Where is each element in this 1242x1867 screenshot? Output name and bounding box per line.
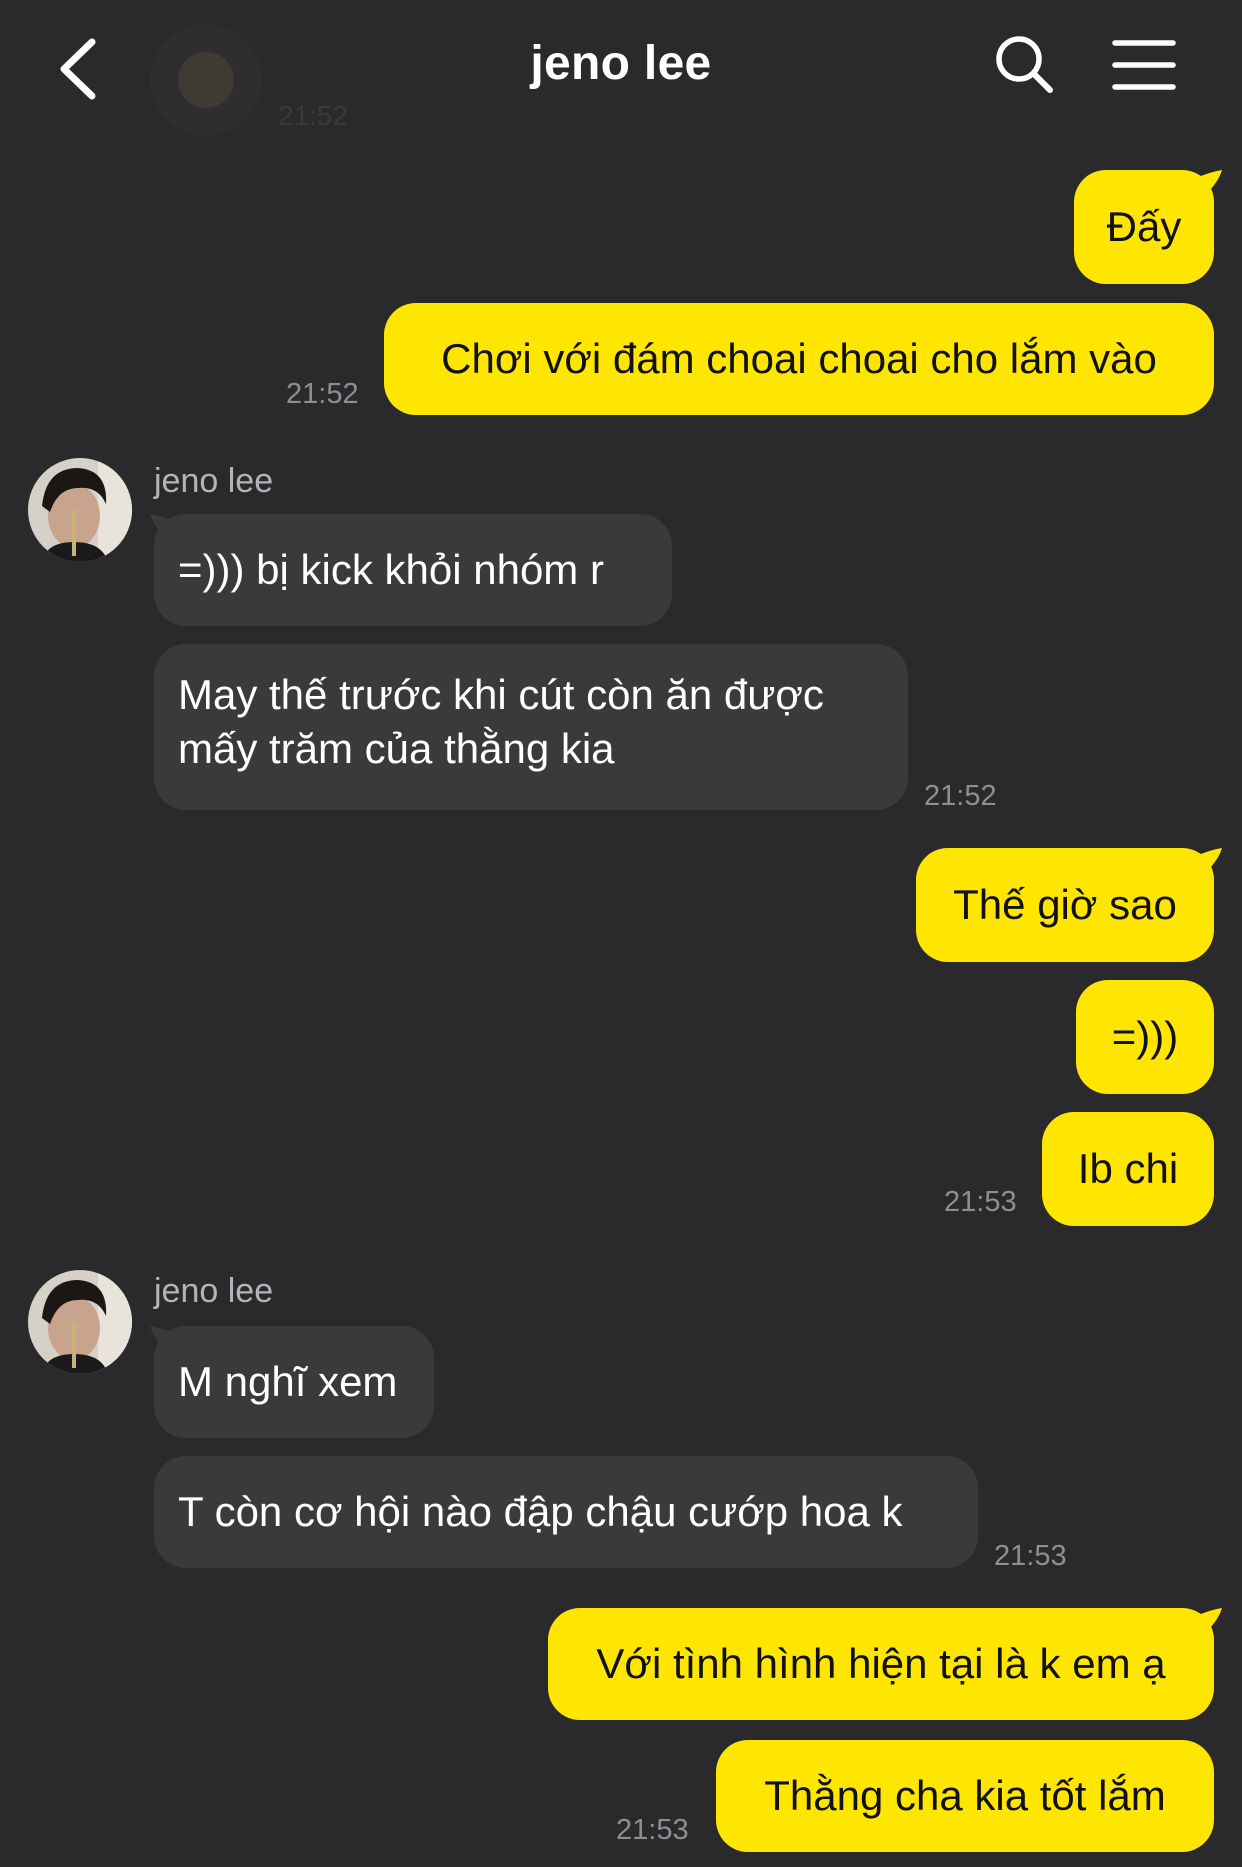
message-timestamp: 21:52	[924, 780, 997, 812]
faded-timestamp: 21:52	[278, 100, 349, 131]
incoming-message[interactable]: M nghĩ xem	[154, 1326, 434, 1438]
search-button[interactable]	[992, 32, 1056, 96]
incoming-message[interactable]: May thế trước khi cút còn ăn được mấy tr…	[154, 644, 908, 810]
outgoing-message[interactable]: Ib chi	[1042, 1112, 1214, 1226]
contact-avatar[interactable]	[28, 458, 132, 562]
incoming-message[interactable]: =))) bị kick khỏi nhóm r	[154, 514, 672, 626]
message-text: =))) bị kick khỏi nhóm r	[178, 546, 604, 593]
outgoing-message[interactable]: Chơi với đám choai choai cho lắm vào	[384, 303, 1214, 415]
message-text: Thế giờ sao	[953, 881, 1177, 928]
outgoing-message[interactable]: Với tình hình hiện tại là k em ạ	[548, 1608, 1214, 1720]
message-text: Với tình hình hiện tại là k em ạ	[596, 1640, 1166, 1687]
outgoing-message[interactable]: =)))	[1076, 980, 1214, 1094]
avatar-photo	[28, 1270, 132, 1374]
message-timestamp: 21:53	[616, 1814, 689, 1846]
avatar-photo	[28, 458, 132, 562]
outgoing-message[interactable]: Thế giờ sao	[916, 848, 1214, 962]
message-timestamp: 21:52	[286, 378, 359, 410]
outgoing-message[interactable]: Đấy	[1074, 170, 1214, 284]
message-timestamp: 21:53	[994, 1540, 1067, 1572]
chat-header: 21:52 jeno lee	[0, 0, 1242, 150]
message-timestamp: 21:53	[944, 1186, 1017, 1218]
outgoing-message[interactable]: Thằng cha kia tốt lắm	[716, 1740, 1214, 1852]
search-icon	[996, 36, 1053, 93]
message-text: Đấy	[1106, 203, 1182, 250]
message-text: Chơi với đám choai choai cho lắm vào	[441, 335, 1157, 382]
incoming-message[interactable]: T còn cơ hội nào đập chậu cướp hoa k	[154, 1456, 978, 1568]
message-text: M nghĩ xem	[178, 1358, 398, 1405]
message-text: =)))	[1111, 1013, 1179, 1060]
hamburger-menu-icon	[1112, 40, 1176, 90]
message-text: T còn cơ hội nào đập chậu cướp hoa k	[178, 1488, 903, 1535]
menu-button[interactable]	[1112, 38, 1176, 92]
message-text: Thằng cha kia tốt lắm	[764, 1772, 1166, 1819]
contact-avatar[interactable]	[28, 1270, 132, 1374]
message-text: Ib chi	[1077, 1145, 1179, 1192]
message-text: May thế trước khi cút còn ăn được mấy tr…	[178, 671, 824, 772]
sender-name: jeno lee	[154, 1272, 274, 1310]
sender-name: jeno lee	[154, 462, 274, 500]
